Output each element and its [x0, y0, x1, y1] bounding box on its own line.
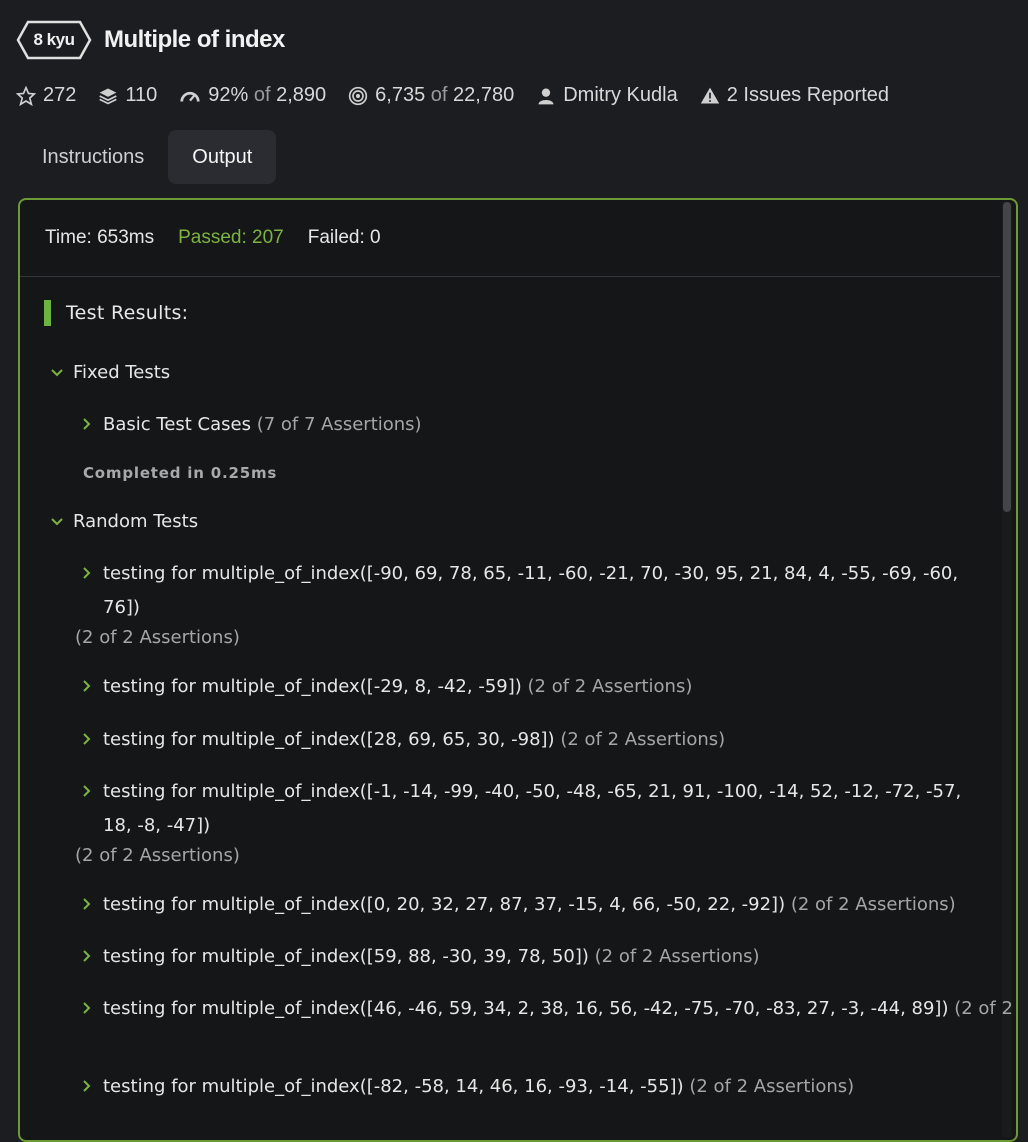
- chevron-down-icon: [51, 369, 63, 377]
- test-assertions: (2 of 2 Assertions): [560, 729, 726, 750]
- satisfaction-of: of: [253, 84, 271, 106]
- user-icon: [538, 88, 554, 104]
- basic-test-cases-toggle[interactable]: Basic Test Cases (7 of 7 Assertions): [80, 414, 422, 435]
- collections-stat[interactable]: 110: [98, 84, 157, 107]
- random-test-item[interactable]: testing for multiple_of_index([46, -46, …: [80, 998, 1016, 1019]
- test-description: testing for multiple_of_index([0, 20, 32…: [103, 894, 786, 915]
- failed-label: Failed: 0: [307, 227, 381, 248]
- chevron-right-icon: [83, 898, 91, 910]
- completions-of: of: [430, 84, 448, 106]
- rank-badge: 8 kyu: [16, 20, 92, 60]
- tab-output[interactable]: Output: [168, 130, 277, 184]
- random-test-item[interactable]: testing for multiple_of_index([0, 20, 32…: [80, 894, 956, 915]
- test-assertions: (2 of 2 Assertions): [75, 627, 240, 648]
- rank-label: 8 kyu: [33, 30, 75, 49]
- test-description: testing for multiple_of_index([-29, 8, -…: [103, 676, 522, 697]
- warning-icon: [700, 87, 719, 103]
- heading-accent-bar: [44, 300, 51, 326]
- test-description: testing for multiple_of_index([-90, 69, …: [103, 563, 959, 584]
- completions-total: 22,780: [453, 84, 515, 106]
- scrollbar-thumb[interactable]: [1003, 202, 1011, 512]
- completions-stat: 6,735 of 22,780: [348, 84, 514, 107]
- satisfaction-stat: 92% of 2,890: [179, 84, 326, 107]
- satisfaction-pct: 92%: [208, 84, 249, 106]
- test-assertions: (2 of 2 Assertions): [527, 676, 693, 697]
- chevron-right-icon: [83, 950, 91, 962]
- tab-instructions[interactable]: Instructions: [18, 130, 168, 184]
- stack-icon: [99, 88, 118, 104]
- collections-count: 110: [125, 84, 158, 106]
- completed-time: Completed in 0.25ms: [83, 464, 278, 482]
- passed-label: Passed: 207: [178, 227, 284, 248]
- test-description: testing for multiple_of_index([28, 69, 6…: [103, 729, 555, 750]
- test-summary: Time: 653ms Passed: 207 Failed: 0: [20, 200, 1000, 277]
- stars-stat[interactable]: 272: [16, 84, 76, 107]
- test-description: testing for multiple_of_index([-1, -14, …: [103, 781, 962, 802]
- test-description: testing for multiple_of_index([46, -46, …: [103, 998, 949, 1019]
- test-assertions: (2 of 2 Assertions): [954, 998, 1016, 1019]
- random-test-item[interactable]: testing for multiple_of_index([-82, -58,…: [80, 1076, 854, 1097]
- random-test-item[interactable]: testing for multiple_of_index([-90, 69, …: [80, 563, 958, 584]
- test-assertions: (2 of 2 Assertions): [594, 946, 760, 967]
- stars-count: 272: [43, 84, 77, 106]
- output-panel: Time: 653ms Passed: 207 Failed: 0 Test R…: [18, 198, 1018, 1142]
- view-tabs: Instructions Output: [18, 130, 277, 184]
- test-description: testing for multiple_of_index([-82, -58,…: [103, 1076, 684, 1097]
- chevron-right-icon: [83, 733, 91, 745]
- test-description-continued: 76]): [103, 597, 140, 618]
- basic-assertions: (7 of 7 Assertions): [256, 414, 422, 435]
- random-test-item[interactable]: testing for multiple_of_index([28, 69, 6…: [80, 729, 725, 750]
- chevron-right-icon: [83, 567, 91, 579]
- kata-header: 8 kyu Multiple of index: [16, 16, 285, 64]
- time-label: Time: 653ms: [45, 227, 155, 248]
- test-description-continued: 18, -8, -47]): [103, 815, 211, 836]
- basic-test-cases-label: Basic Test Cases: [103, 414, 251, 435]
- random-test-item[interactable]: testing for multiple_of_index([-1, -14, …: [80, 781, 961, 802]
- chevron-right-icon: [83, 1080, 91, 1092]
- random-test-item[interactable]: testing for multiple_of_index([59, 88, -…: [80, 946, 760, 967]
- test-assertions: (2 of 2 Assertions): [689, 1076, 855, 1097]
- completions-count: 6,735: [375, 84, 426, 106]
- random-test-item[interactable]: testing for multiple_of_index([-29, 8, -…: [80, 676, 692, 697]
- issues-label: 2 Issues Reported: [726, 84, 890, 106]
- chevron-right-icon: [83, 785, 91, 797]
- kata-title[interactable]: Multiple of index: [104, 26, 285, 54]
- chevron-right-icon: [83, 680, 91, 692]
- random-tests-label: Random Tests: [73, 511, 199, 532]
- gauge-icon: [180, 91, 200, 102]
- test-assertions: (2 of 2 Assertions): [790, 894, 956, 915]
- author-stat[interactable]: Dmitry Kudla: [536, 84, 678, 107]
- chevron-down-icon: [51, 518, 63, 526]
- test-description: testing for multiple_of_index([59, 88, -…: [103, 946, 589, 967]
- output-scrollbar[interactable]: [1002, 202, 1012, 1137]
- results-heading: Test Results:: [44, 300, 188, 326]
- kata-stats: 272 110 92% of 2,890 6,735 of 22,780 Dmi…: [16, 84, 911, 107]
- results-heading-label: Test Results:: [66, 302, 189, 324]
- chevron-right-icon: [83, 1002, 91, 1014]
- random-tests-toggle[interactable]: Random Tests: [50, 511, 198, 532]
- fixed-tests-label: Fixed Tests: [73, 362, 171, 383]
- target-icon: [349, 86, 368, 105]
- test-assertions: (2 of 2 Assertions): [75, 845, 240, 866]
- issues-stat[interactable]: 2 Issues Reported: [700, 84, 889, 107]
- satisfaction-total: 2,890: [276, 84, 327, 106]
- star-icon: [16, 85, 36, 106]
- chevron-right-icon: [83, 418, 91, 430]
- author-name: Dmitry Kudla: [563, 84, 678, 106]
- fixed-tests-toggle[interactable]: Fixed Tests: [50, 362, 170, 383]
